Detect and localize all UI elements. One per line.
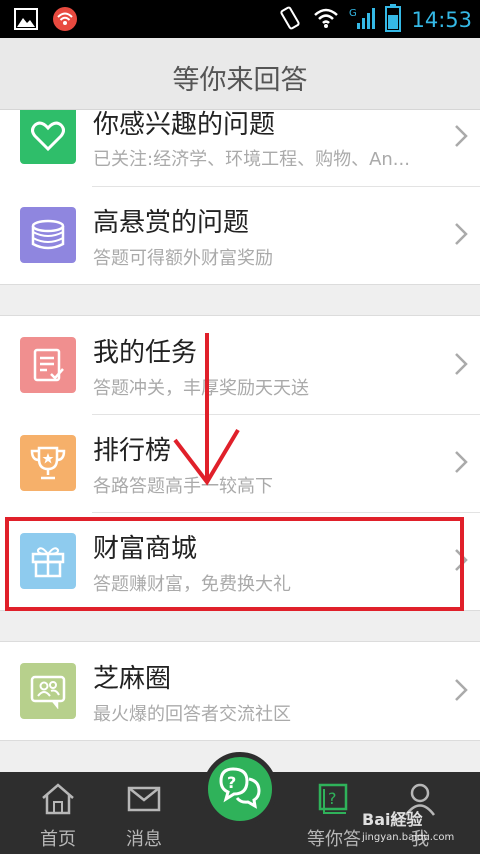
list-item-my-tasks[interactable]: 我的任务 答题冲关，丰厚奖励天天送 — [0, 316, 480, 414]
list-item-high-reward[interactable]: 高悬赏的问题 答题可得额外财富奖励 — [0, 186, 480, 284]
svg-text:?: ? — [227, 773, 236, 792]
task-icon — [20, 337, 76, 393]
item-title: 芝麻圈 — [93, 664, 172, 694]
chevron-right-icon — [454, 124, 468, 152]
home-icon — [40, 783, 76, 821]
page-title: 等你来回答 — [172, 65, 308, 96]
answer-center-button[interactable]: ? — [203, 752, 277, 826]
item-subtitle: 答题冲关，丰厚奖励天天送 — [93, 378, 309, 399]
item-title: 高悬赏的问题 — [93, 208, 250, 238]
item-subtitle: 最火爆的回答者交流社区 — [93, 704, 291, 725]
section-gap — [0, 611, 480, 641]
clock: 14:53 — [411, 8, 472, 32]
list-item-interested-questions[interactable]: 你感兴趣的问题 已关注:经济学、环境工程、购物、An... — [0, 110, 480, 186]
chevron-right-icon — [454, 678, 468, 706]
chevron-right-icon — [454, 222, 468, 250]
chat-question-icon: ? — [217, 765, 263, 813]
wifi-app-icon — [52, 6, 78, 36]
trophy-icon — [20, 435, 76, 491]
battery-icon — [385, 4, 402, 36]
item-title: 你感兴趣的问题 — [93, 110, 276, 140]
answer-icon: ? — [316, 783, 352, 821]
watermark: Bai経验 jingyan.baidu.com — [362, 810, 455, 843]
title-bar: 等你来回答 — [0, 38, 480, 110]
item-title: 我的任务 — [93, 338, 198, 368]
section-gap — [0, 285, 480, 315]
wifi-signal-icon — [313, 6, 339, 34]
tab-messages[interactable]: 消息 — [104, 782, 184, 851]
item-subtitle: 已关注:经济学、环境工程、购物、An... — [93, 149, 410, 170]
tab-label: 首页 — [40, 829, 76, 850]
cell-signal-icon: G — [349, 5, 376, 35]
chevron-right-icon — [454, 450, 468, 478]
vibrate-icon — [277, 5, 303, 35]
mail-icon — [126, 786, 162, 821]
item-title: 排行榜 — [93, 436, 172, 466]
svg-text:?: ? — [328, 789, 337, 808]
status-bar: G 14:53 — [0, 0, 480, 38]
community-icon — [20, 663, 76, 719]
chevron-right-icon — [454, 352, 468, 380]
group-community: 芝麻圈 最火爆的回答者交流社区 — [0, 641, 480, 741]
tab-home[interactable]: 首页 — [18, 782, 98, 851]
item-subtitle: 答题可得额外财富奖励 — [93, 248, 273, 269]
item-subtitle: 各路答题高手一较高下 — [93, 476, 273, 497]
coins-icon — [20, 207, 76, 263]
menu-list: 你感兴趣的问题 已关注:经济学、环境工程、购物、An... 高悬赏的问题 答题可… — [0, 110, 480, 741]
tab-label: 消息 — [126, 829, 162, 850]
svg-text:G: G — [349, 8, 357, 19]
list-item-leaderboard[interactable]: 排行榜 各路答题高手一较高下 — [0, 414, 480, 512]
heart-icon — [20, 110, 76, 164]
annotation-highlight-box — [5, 517, 464, 611]
gallery-icon — [14, 8, 38, 34]
list-item-sesame-circle[interactable]: 芝麻圈 最火爆的回答者交流社区 — [0, 642, 480, 740]
group-interest: 你感兴趣的问题 已关注:经济学、环境工程、购物、An... 高悬赏的问题 答题可… — [0, 110, 480, 285]
